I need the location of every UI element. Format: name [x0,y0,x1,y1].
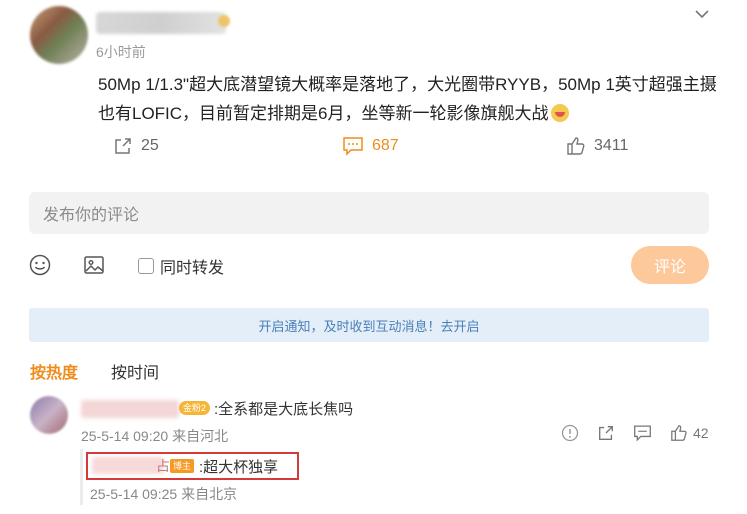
author-badge-icon [218,15,230,27]
image-icon[interactable] [83,254,105,276]
thumbs-up-icon [671,425,687,441]
thumbs-up-icon [567,137,585,155]
like-button[interactable]: 3411 [566,136,628,156]
commenter-avatar[interactable] [30,396,68,434]
reply-time: 25-5-14 09:25 来自北京 [90,486,238,502]
post-text: 50Mp 1/1.3"超大底潜望镜大概率是落地了，大光圈带RYYB，50Mp 1… [98,70,718,128]
fan-level-badge: 金粉2 [179,401,211,415]
share-button[interactable]: 25 [113,136,159,156]
reply-thread-line [80,449,83,505]
sort-by-hot-tab[interactable]: 按热度 [30,359,78,383]
repost-checkbox[interactable]: 同时转发 [138,254,224,278]
sort-by-time-tab[interactable]: 按时间 [111,359,159,383]
author-name-blurred[interactable] [96,12,226,34]
comment-icon [343,137,363,156]
commenter-name-blurred[interactable] [81,400,179,418]
share-icon[interactable] [597,424,615,442]
emoji-icon[interactable] [29,254,51,276]
grinning-emoji-icon [550,104,569,122]
comment-actions: 42 [561,424,709,442]
reply-icon[interactable] [633,424,652,442]
comment-text: :全系都是大底长焦吗 [214,401,354,418]
share-count: 25 [141,137,159,154]
comment-input[interactable]: 发布你的评论 [29,192,709,234]
submit-comment-button[interactable]: 评论 [631,246,709,284]
comment-count-button[interactable]: 687 [342,136,399,156]
post-time: 6小时前 [96,44,146,60]
report-icon[interactable] [561,424,579,442]
repost-label: 同时转发 [160,260,225,277]
comment-like-count: 42 [693,425,709,441]
comment-input-placeholder: 发布你的评论 [43,207,140,224]
chevron-down-icon[interactable] [692,4,712,24]
checkbox-box[interactable] [138,258,154,274]
comment-like-button[interactable]: 42 [670,424,709,442]
comment-count: 687 [372,137,399,154]
post-text-content: 50Mp 1/1.3"超大底潜望镜大概率是落地了，大光圈带RYYB，50Mp 1… [98,75,717,123]
share-icon [115,138,131,154]
reply-highlight-box [86,452,299,480]
like-count: 3411 [594,137,629,154]
comment-time: 25-5-14 09:20 来自河北 [81,428,229,444]
notification-banner[interactable]: 开启通知，及时收到互动消息！去开启 [29,308,709,342]
author-avatar[interactable] [30,6,88,64]
